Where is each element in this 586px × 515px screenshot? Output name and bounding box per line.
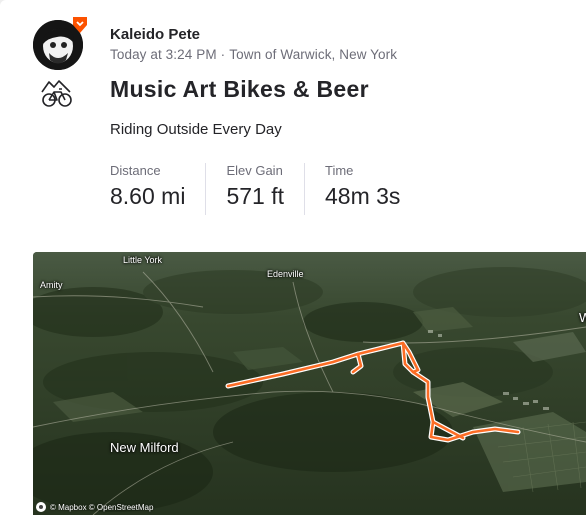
mapbox-logo-icon xyxy=(36,502,46,512)
stat-label: Time xyxy=(324,163,354,178)
athlete-avatar[interactable] xyxy=(33,17,87,70)
stat-label: Elev Gain xyxy=(226,163,283,178)
stat-elev-gain: Elev Gain 571 ft xyxy=(226,163,305,215)
stat-time: Time 48m 3s xyxy=(325,163,400,215)
map-attribution[interactable]: © Mapbox © OpenStreetMap xyxy=(36,502,153,512)
route-map[interactable]: Little York Edenville Amity New Milford … xyxy=(33,252,586,515)
ride-icon xyxy=(41,80,72,107)
activity-title-link[interactable]: Music Art Bikes & Beer xyxy=(110,76,369,103)
stat-value: 571 ft xyxy=(226,183,284,209)
activity-description: Riding Outside Every Day xyxy=(110,121,282,138)
map-label-amity: Amity xyxy=(40,280,63,290)
activity-stats: Distance 8.60 mi Elev Gain 571 ft Time 4… xyxy=(110,163,400,215)
map-terrain xyxy=(33,252,586,515)
map-label-little-york: Little York xyxy=(123,255,163,265)
subscriber-badge-icon xyxy=(73,17,87,33)
stat-label: Distance xyxy=(110,163,161,178)
activity-meta: Today at 3:24 PM · Town of Warwick, New Yo… xyxy=(110,47,397,62)
activity-card: Kaleido Pete Today at 3:24 PM · Town of Wa… xyxy=(0,0,586,515)
stat-distance: Distance 8.60 mi xyxy=(110,163,207,215)
map-label-edenville: Edenville xyxy=(267,269,304,279)
athlete-name-link[interactable]: Kaleido Pete xyxy=(110,26,200,43)
activity-location: Town of Warwick, New York xyxy=(229,47,398,62)
map-label-new-milford: New Milford xyxy=(110,440,179,455)
map-label-edge: W xyxy=(579,310,586,325)
meta-separator: · xyxy=(220,47,226,62)
stat-value: 8.60 mi xyxy=(110,183,186,209)
attribution-text: © Mapbox © OpenStreetMap xyxy=(50,502,154,512)
stat-value: 48m 3s xyxy=(324,183,401,209)
activity-timestamp: Today at 3:24 PM xyxy=(110,47,217,62)
